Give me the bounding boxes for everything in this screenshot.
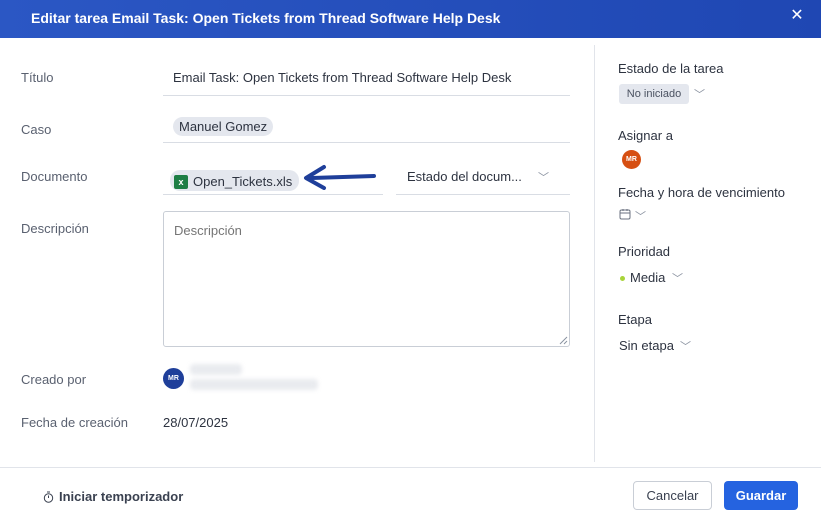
document-label: Documento — [21, 169, 88, 184]
document-underline — [163, 194, 383, 195]
stage-label: Etapa — [618, 312, 652, 327]
panel-divider — [594, 45, 595, 462]
resize-grip-icon[interactable] — [558, 335, 568, 345]
calendar-icon[interactable] — [619, 208, 631, 220]
dialog-title: Editar tarea Email Task: Open Tickets fr… — [31, 10, 501, 26]
case-label: Caso — [21, 122, 52, 137]
assignee-avatar[interactable]: MR — [622, 150, 641, 169]
task-status-badge[interactable]: No iniciado — [619, 84, 689, 104]
task-status-label: Estado de la tarea — [618, 61, 724, 76]
case-underline — [163, 142, 570, 143]
created-date-value: 28/07/2025 — [163, 415, 229, 430]
start-timer-label: Iniciar temporizador — [59, 489, 184, 504]
chevron-down-icon[interactable]: ﹀ — [672, 270, 683, 286]
title-underline — [163, 95, 570, 96]
save-button[interactable]: Guardar — [724, 481, 798, 510]
title-label: Título — [21, 70, 54, 85]
creator-name-redacted — [190, 364, 242, 375]
document-status-select[interactable]: Estado del docum... — [407, 169, 522, 184]
chevron-down-icon[interactable]: ﹀ — [538, 169, 549, 185]
due-date-label: Fecha y hora de vencimiento — [618, 185, 785, 200]
document-chip[interactable]: x Open_Tickets.xls — [170, 170, 300, 191]
chevron-down-icon[interactable]: ﹀ — [680, 338, 691, 354]
excel-file-icon: x — [174, 174, 188, 189]
creator-email-redacted — [190, 379, 318, 390]
description-label: Descripción — [21, 221, 89, 236]
document-filename: Open_Tickets.xls — [193, 174, 293, 189]
edit-task-dialog: Editar tarea Email Task: Open Tickets fr… — [0, 0, 821, 527]
close-icon[interactable]: ✕ — [787, 6, 807, 26]
cancel-button[interactable]: Cancelar — [633, 481, 712, 510]
description-textarea[interactable] — [163, 211, 570, 347]
title-input[interactable]: Email Task: Open Tickets from Thread Sof… — [173, 70, 511, 85]
dialog-header: Editar tarea Email Task: Open Tickets fr… — [0, 0, 821, 38]
priority-select[interactable]: Media — [630, 270, 665, 285]
assign-label: Asignar a — [618, 128, 673, 143]
chevron-down-icon[interactable]: ﹀ — [694, 86, 705, 102]
document-status-underline — [396, 194, 570, 195]
footer-divider — [0, 467, 821, 468]
creator-avatar: MR — [163, 368, 184, 389]
stopwatch-icon — [43, 491, 54, 503]
stage-select[interactable]: Sin etapa — [619, 338, 674, 353]
created-date-label: Fecha de creación — [21, 415, 128, 430]
priority-dot — [620, 276, 625, 281]
case-chip[interactable]: Manuel Gomez — [173, 117, 274, 136]
created-by-label: Creado por — [21, 372, 87, 387]
start-timer-button[interactable]: Iniciar temporizador — [43, 489, 183, 504]
annotation-arrow — [304, 165, 376, 190]
priority-label: Prioridad — [618, 244, 671, 259]
chevron-down-icon[interactable]: ﹀ — [635, 208, 646, 224]
